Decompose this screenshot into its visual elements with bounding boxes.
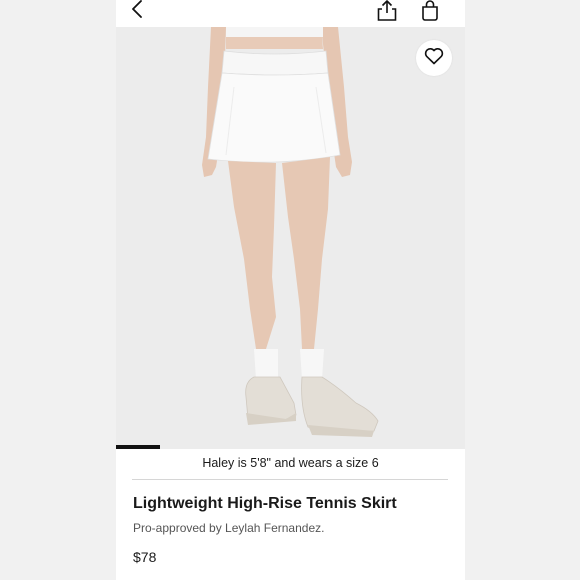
product-image[interactable] <box>116 27 465 447</box>
product-price: $78 <box>133 549 157 565</box>
shopping-bag-icon[interactable] <box>419 0 441 22</box>
top-nav-bar <box>116 0 465 27</box>
heart-icon <box>424 47 444 70</box>
image-carousel-progress <box>116 445 465 449</box>
model-size-caption: Haley is 5'8" and wears a size 6 <box>202 456 379 470</box>
chevron-left-icon[interactable] <box>128 0 148 20</box>
divider <box>132 479 448 480</box>
product-screen: Haley is 5'8" and wears a size 6 Lightwe… <box>116 0 465 580</box>
left-background <box>0 0 116 580</box>
product-title: Lightweight High-Rise Tennis Skirt <box>133 495 397 512</box>
favorite-button[interactable] <box>416 40 452 76</box>
product-tagline: Pro-approved by Leylah Fernandez. <box>133 521 325 535</box>
image-carousel-progress-fill <box>116 445 160 449</box>
share-icon[interactable] <box>375 0 399 22</box>
right-background <box>465 0 580 580</box>
